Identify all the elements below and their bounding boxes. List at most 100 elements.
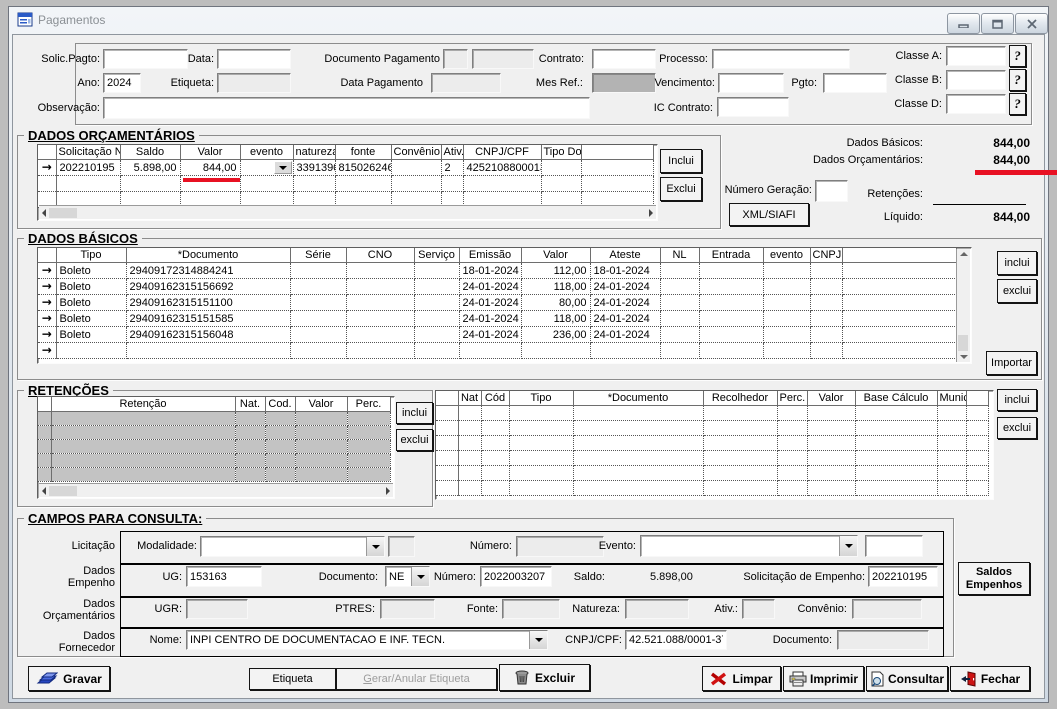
basicos-inclui-button[interactable]: inclui [997, 251, 1037, 275]
grid-cell[interactable]: 5.898,00 [120, 160, 180, 176]
evento-combobox[interactable] [640, 535, 858, 557]
grid-cell[interactable] [777, 466, 807, 481]
imprimir-button[interactable]: Imprimir [783, 666, 864, 691]
grid-cell[interactable] [290, 295, 346, 311]
grid-cell[interactable]: 29409162315156692 [126, 279, 290, 295]
row-selector[interactable]: → [38, 263, 56, 279]
retencoes-right-inclui-button[interactable]: inclui [997, 389, 1037, 411]
grid-cell[interactable] [481, 466, 509, 481]
grid-cell[interactable] [763, 263, 810, 279]
grid-cell[interactable] [807, 421, 855, 436]
grid-cell[interactable] [51, 440, 235, 454]
grid-cell[interactable] [966, 421, 988, 436]
grid-cell[interactable] [777, 481, 807, 496]
grid-cell[interactable] [235, 440, 265, 454]
limpar-button[interactable]: Limpar [702, 666, 781, 691]
grid-cell[interactable] [265, 426, 295, 440]
grid-cell[interactable] [295, 468, 347, 482]
grid-cell[interactable] [414, 295, 459, 311]
grid-cell[interactable]: 24-01-2024 [590, 295, 660, 311]
grid-cell[interactable] [777, 436, 807, 451]
grid-cell[interactable] [937, 421, 966, 436]
grid-cell[interactable]: 18-01-2024 [459, 263, 521, 279]
natureza-input[interactable] [625, 599, 689, 619]
grid-cell[interactable] [703, 436, 777, 451]
grid-cell[interactable] [290, 343, 346, 359]
grid-cell[interactable] [807, 451, 855, 466]
grid-row[interactable]: →Boleto2940916231515158524-01-2024118,00… [38, 311, 956, 327]
grid-cell[interactable] [481, 421, 509, 436]
grid-cell[interactable]: 118,00 [521, 279, 590, 295]
grid-cell[interactable] [347, 440, 390, 454]
grid-cell[interactable] [346, 295, 414, 311]
grid-row[interactable]: →Boleto2940916231515669224-01-2024118,00… [38, 279, 956, 295]
scroll-down-icon[interactable] [960, 355, 968, 359]
close-button[interactable] [1015, 13, 1048, 34]
scrollbar-thumb[interactable] [49, 208, 77, 218]
grid-cell[interactable] [509, 436, 573, 451]
grid-cell[interactable] [414, 263, 459, 279]
grid-cell[interactable]: 118,00 [521, 311, 590, 327]
grid-cell[interactable] [842, 327, 956, 343]
grid-cell[interactable] [391, 160, 441, 176]
scroll-right-icon[interactable] [386, 487, 390, 495]
classe-d-input[interactable] [946, 94, 1006, 114]
grid-cell[interactable] [295, 412, 347, 426]
grid-cell[interactable]: Boleto [56, 311, 126, 327]
grid-cell[interactable] [295, 426, 347, 440]
grid-cell[interactable] [235, 454, 265, 468]
scroll-left-icon[interactable] [42, 487, 46, 495]
row-selector[interactable] [38, 468, 51, 482]
grid-cell[interactable] [966, 406, 988, 421]
grid-cell[interactable] [937, 406, 966, 421]
grid-cell[interactable] [120, 176, 180, 192]
scrollbar-thumb[interactable] [49, 486, 77, 496]
grid-cell[interactable] [573, 436, 703, 451]
ativ-input[interactable] [742, 599, 775, 619]
grid-cell[interactable] [458, 451, 481, 466]
pgto-input[interactable] [823, 73, 887, 93]
grid-cell[interactable] [660, 327, 699, 343]
combo-dropdown-button[interactable] [274, 161, 292, 174]
grid-row[interactable] [436, 481, 988, 496]
grid-cell[interactable]: 18-01-2024 [590, 263, 660, 279]
grid-row[interactable] [38, 454, 390, 468]
grid-cell[interactable] [810, 311, 842, 327]
retencoes-left-inclui-button[interactable]: inclui [396, 402, 433, 424]
grid-row[interactable] [436, 406, 988, 421]
data-input[interactable] [217, 49, 291, 69]
grid-cell[interactable] [391, 176, 441, 192]
documento-pagamento-field-2[interactable] [472, 49, 534, 69]
classe-a-input[interactable] [946, 46, 1006, 66]
scroll-right-icon[interactable] [649, 209, 653, 217]
grid-cell[interactable] [699, 327, 763, 343]
row-selector[interactable] [436, 406, 458, 421]
grid-cell[interactable] [807, 406, 855, 421]
grid-cell[interactable] [295, 440, 347, 454]
gerar-anular-etiqueta-button[interactable]: Gerar/Anular Etiqueta [336, 668, 497, 690]
grid-cell[interactable] [581, 160, 653, 176]
chevron-down-icon[interactable] [529, 631, 547, 649]
grid-cell[interactable] [509, 451, 573, 466]
grid-cell[interactable] [842, 311, 956, 327]
grid-cell[interactable] [937, 481, 966, 496]
grid-cell[interactable] [660, 295, 699, 311]
grid-cell[interactable] [509, 421, 573, 436]
row-selector[interactable]: → [38, 160, 56, 176]
grid-cell[interactable] [51, 468, 235, 482]
grid-cell[interactable]: 24-01-2024 [590, 327, 660, 343]
row-selector[interactable] [436, 421, 458, 436]
grid-cell[interactable]: 29409162315156048 [126, 327, 290, 343]
grid-cell[interactable] [458, 466, 481, 481]
classe-b-input[interactable] [946, 70, 1006, 90]
grid-cell[interactable]: 24-01-2024 [459, 327, 521, 343]
row-selector[interactable]: → [38, 311, 56, 327]
grid-cell[interactable]: 24-01-2024 [590, 311, 660, 327]
grid-cell[interactable] [573, 481, 703, 496]
row-selector[interactable]: → [38, 279, 56, 295]
grid-cell[interactable] [509, 466, 573, 481]
ic-contrato-input[interactable] [717, 97, 789, 117]
grid-cell[interactable] [703, 451, 777, 466]
grid-row[interactable] [38, 468, 390, 482]
grid-cell[interactable] [265, 468, 295, 482]
